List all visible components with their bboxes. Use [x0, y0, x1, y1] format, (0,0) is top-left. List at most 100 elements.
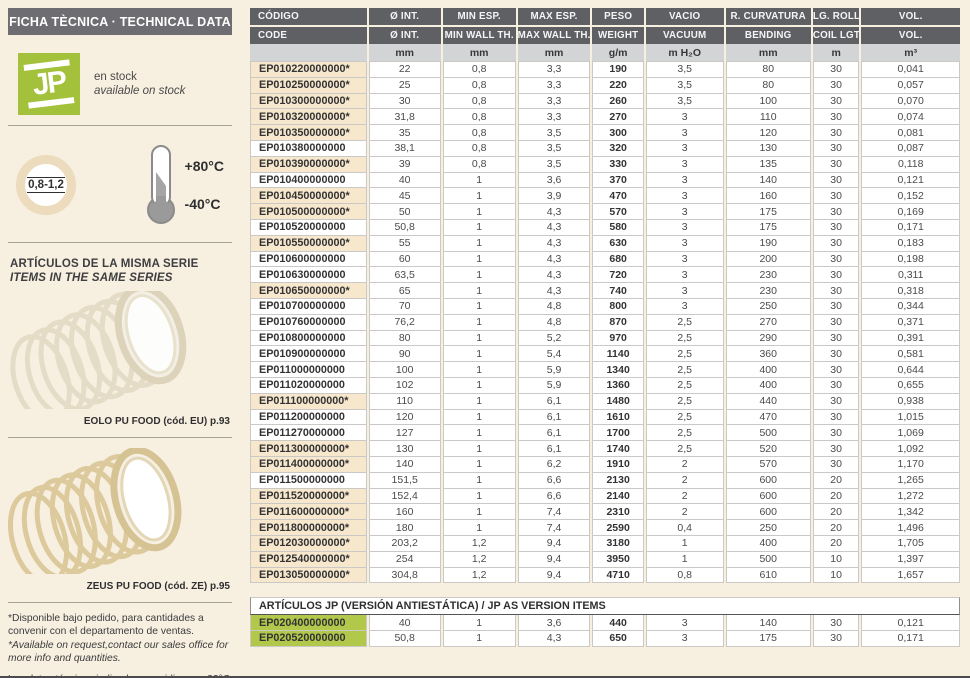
value-cell: 3,5 [645, 77, 724, 94]
divider [8, 602, 232, 603]
product-code-cell: EP010350000000* [250, 125, 367, 141]
value-cell: 0,041 [861, 61, 960, 78]
product-code-cell: EP010550000000* [250, 235, 367, 252]
value-cell: 1610 [592, 409, 644, 426]
value-cell: 30 [812, 441, 860, 457]
value-cell: 35 [368, 125, 441, 141]
value-cell: 2,5 [645, 377, 724, 394]
value-cell: 60 [368, 251, 441, 268]
table-row: EP010390000000* 39 0,8 3,5 330 3 135 30 0,118 [250, 156, 960, 173]
value-cell: 151,5 [368, 472, 441, 489]
value-cell: 175 [725, 631, 811, 647]
column-header-en: COIL LGTH. [812, 27, 860, 44]
value-cell: 1360 [592, 377, 644, 394]
value-cell: 38,1 [368, 140, 441, 157]
value-cell: 3,6 [517, 172, 591, 189]
value-cell: 1,397 [861, 551, 960, 568]
column-header-en: MIN WALL TH. [442, 27, 516, 44]
value-cell: 30 [812, 362, 860, 378]
value-cell: 0,070 [861, 93, 960, 110]
value-cell: 1,705 [861, 535, 960, 552]
table-row: EP010300000000* 30 0,8 3,3 260 3,5 100 30 0,070 [250, 93, 960, 110]
divider [8, 437, 232, 438]
product-code-cell: EP010390000000* [250, 156, 367, 173]
value-cell: 2 [645, 488, 724, 505]
value-cell: 0,8 [645, 567, 724, 584]
value-cell: 0,344 [861, 298, 960, 315]
value-cell: 140 [725, 615, 811, 632]
value-cell: 1,496 [861, 520, 960, 536]
related-caption-zeus: ZEUS PU FOOD (cód. ZE) p.95 [86, 581, 230, 592]
value-cell: 1 [442, 456, 516, 473]
value-cell: 1910 [592, 456, 644, 473]
value-cell: 600 [725, 504, 811, 521]
value-cell: 270 [725, 314, 811, 331]
value-cell: 0,171 [861, 631, 960, 647]
hose-photo-zeus [7, 446, 182, 586]
value-cell: 440 [725, 393, 811, 410]
stock-label-es: en stock [94, 71, 137, 83]
value-cell: 4,3 [517, 235, 591, 252]
value-cell: 650 [592, 631, 644, 647]
footnote-conditions-es: Los datos técnicos indicados se midieron… [8, 674, 232, 676]
product-code-cell: EP011200000000 [250, 409, 367, 426]
value-cell: 250 [725, 298, 811, 315]
product-code-cell: EP010630000000 [250, 267, 367, 284]
value-cell: 680 [592, 251, 644, 268]
value-cell: 0,081 [861, 125, 960, 141]
divider [8, 125, 232, 126]
value-cell: 130 [725, 140, 811, 157]
value-cell: 1,265 [861, 472, 960, 489]
value-cell: 3 [645, 267, 724, 284]
value-cell: 470 [725, 409, 811, 426]
value-cell: 175 [725, 219, 811, 236]
value-cell: 440 [592, 615, 644, 632]
value-cell: 1 [442, 219, 516, 236]
value-cell: 2140 [592, 488, 644, 505]
value-cell: 2590 [592, 520, 644, 536]
value-cell: 30 [812, 140, 860, 157]
value-cell: 260 [592, 93, 644, 110]
value-cell: 63,5 [368, 267, 441, 284]
related-caption-eolo: EOLO PU FOOD (cód. EU) p.93 [83, 416, 230, 427]
jp-logo-inner: JP [23, 59, 75, 109]
product-code-cell: EP010300000000* [250, 93, 367, 110]
value-cell: 190 [725, 235, 811, 252]
value-cell: 3180 [592, 535, 644, 552]
value-cell: 30 [812, 188, 860, 205]
value-cell: 9,4 [517, 567, 591, 584]
table-row: EP010900000000 90 1 5,4 1140 2,5 360 30 0,581 [250, 346, 960, 363]
value-cell: 254 [368, 551, 441, 568]
column-header-es: LG. ROLLO [812, 8, 860, 27]
value-cell: 3,3 [517, 93, 591, 110]
value-cell: 6,6 [517, 472, 591, 489]
value-cell: 2,5 [645, 314, 724, 331]
value-cell: 3,3 [517, 61, 591, 78]
value-cell: 400 [725, 535, 811, 552]
value-cell: 0,087 [861, 140, 960, 157]
value-cell: 2,5 [645, 330, 724, 347]
column-unit: mm [442, 44, 516, 61]
value-cell: 2,5 [645, 362, 724, 378]
value-cell: 65 [368, 283, 441, 299]
product-code-cell: EP010500000000* [250, 204, 367, 220]
value-cell: 3 [645, 219, 724, 236]
value-cell: 7,4 [517, 504, 591, 521]
value-cell: 1 [442, 235, 516, 252]
value-cell: 160 [725, 188, 811, 205]
value-cell: 30 [812, 109, 860, 126]
as-product-code-cell: EP020520000000 [250, 631, 367, 647]
column-header-en: WEIGHT [592, 27, 644, 44]
value-cell: 140 [368, 456, 441, 473]
table-row: EP010520000000 50,8 1 4,3 580 3 175 30 0,171 [250, 219, 960, 236]
value-cell: 1,2 [442, 567, 516, 584]
temp-max-label: +80°C [184, 158, 224, 174]
value-cell: 3 [645, 204, 724, 220]
column-header-en: VOL. [861, 27, 960, 44]
value-cell: 1 [442, 330, 516, 347]
table-row: EP011200000000 120 1 6,1 1610 2,5 470 30 1,015 [250, 409, 960, 426]
value-cell: 6,1 [517, 393, 591, 410]
value-cell: 0,8 [442, 77, 516, 94]
temp-min-label: -40°C [184, 196, 221, 212]
as-table-body: ARTÍCULOS JP (VERSIÓN ANTIESTÁTICA) / JP… [250, 597, 960, 647]
